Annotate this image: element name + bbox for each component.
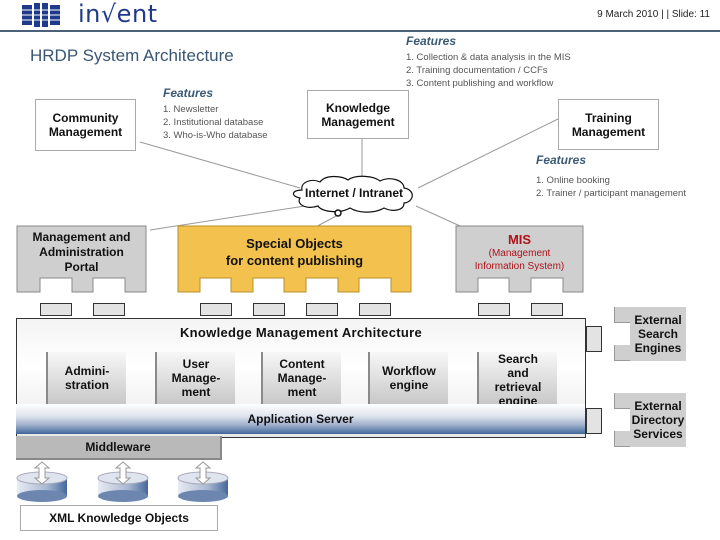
mis-features: Features 1. Collection & data analysis i… <box>406 34 571 90</box>
page-title: HRDP System Architecture <box>30 46 234 65</box>
training-features: Features 1. Online booking 2. Trainer / … <box>536 153 686 200</box>
connector-port <box>200 303 232 316</box>
feature-item: 3. Who-is-Who database <box>163 130 268 141</box>
module-label: Admini- <box>64 364 110 378</box>
connector-mis <box>415 205 461 227</box>
external-label: Search <box>637 327 678 341</box>
box-label: Knowledge <box>325 100 390 115</box>
feature-item: 1. Collection & data analysis in the MIS <box>406 52 571 63</box>
connector-port <box>253 303 285 316</box>
special-objects-line: Special Objects <box>246 236 343 251</box>
module-label: Manage- <box>171 371 221 385</box>
module-content-management[interactable]: Content Manage-ment <box>261 352 341 404</box>
connector-port <box>359 303 391 316</box>
module-label: Content <box>279 357 325 371</box>
mis-subtitle: Information System) <box>474 261 565 272</box>
module-label: and <box>507 366 529 380</box>
database-group <box>16 461 229 502</box>
external-label: Services <box>633 427 683 441</box>
box-label: Training <box>585 110 632 125</box>
box-label: Community <box>52 111 119 125</box>
xml-knowledge-objects-box[interactable]: XML Knowledge Objects <box>20 505 218 531</box>
external-label: External <box>634 313 682 327</box>
community-features: Features 1. Newsletter 2. Institutional … <box>163 86 268 142</box>
connector-port <box>40 303 72 316</box>
module-workflow-engine[interactable]: Workflow engine <box>368 352 448 404</box>
application-server-bar[interactable]: Application Server <box>16 404 586 434</box>
portal-label[interactable]: Management and Administration Portal <box>17 230 146 275</box>
special-objects-label[interactable]: Special Objects for content publishing <box>178 235 411 269</box>
mis-title: MIS <box>507 232 532 247</box>
external-directory-services-box[interactable]: External Directory Services <box>630 393 686 447</box>
features-heading: Features <box>536 153 587 167</box>
module-label: ment <box>181 385 211 399</box>
community-management-box[interactable]: Community Management <box>35 99 136 151</box>
module-search-retrieval-engine[interactable]: Search and retrieval engine <box>477 352 557 404</box>
network-node-icon <box>334 209 342 217</box>
slide-meta: 9 March 2010 | | Slide: 11 <box>597 9 710 20</box>
connector-port <box>531 303 563 316</box>
feature-item: 1. Newsletter <box>163 104 219 115</box>
special-objects-line: for content publishing <box>225 253 364 268</box>
portal-label-line: Management and <box>32 230 131 244</box>
connector-port <box>93 303 125 316</box>
mis-label[interactable]: MIS (Management Information System) <box>456 232 583 273</box>
connector-community <box>139 141 301 189</box>
connector-port <box>586 326 602 352</box>
module-label: ment <box>287 385 317 399</box>
external-connector-tab <box>614 345 630 361</box>
module-label: User <box>182 357 210 371</box>
portal-label-line: Administration <box>39 245 124 259</box>
knowledge-management-box[interactable]: Knowledge Management <box>307 90 409 139</box>
box-label: Management <box>48 125 123 139</box>
mis-subtitle: (Management <box>488 248 551 259</box>
connector-port <box>478 303 510 316</box>
internet-intranet-label: Internet / Intranet <box>304 186 403 200</box>
external-label: Directory <box>631 413 685 427</box>
feature-item: 3. Content publishing and workflow <box>406 78 554 89</box>
km-architecture-title: Knowledge Management Architecture <box>179 325 422 340</box>
external-label: Engines <box>634 341 682 355</box>
header-divider <box>0 30 720 32</box>
middleware-bar[interactable]: Middleware <box>16 436 222 460</box>
module-label: engine <box>389 378 429 392</box>
module-administration[interactable]: Admini-stration <box>46 352 126 404</box>
external-connector-tab <box>614 393 630 409</box>
feature-item: 2. Trainer / participant management <box>536 188 686 199</box>
external-label: External <box>634 399 682 413</box>
external-search-engines-box[interactable]: External Search Engines <box>630 307 686 361</box>
module-label: Manage- <box>277 371 327 385</box>
connector-port <box>306 303 338 316</box>
module-label: Workflow <box>382 364 436 378</box>
invent-logo-icon <box>22 3 60 27</box>
invent-logo-text: in√ent <box>78 0 158 28</box>
portal-label-line: Portal <box>64 260 99 274</box>
module-label: stration <box>64 378 109 392</box>
external-connector-tab <box>614 307 630 323</box>
feature-item: 2. Training documentation / CCFs <box>406 65 548 76</box>
box-label: Management <box>321 114 395 129</box>
box-label: Management <box>571 124 646 139</box>
connector-port <box>586 408 602 434</box>
module-label: Search <box>497 352 538 366</box>
training-management-box[interactable]: Training Management <box>558 99 659 150</box>
module-label: engine <box>498 394 538 404</box>
module-user-management[interactable]: User Manage-ment <box>155 352 235 404</box>
features-heading: Features <box>163 86 214 100</box>
external-connector-tab <box>614 431 630 447</box>
feature-item: 1. Online booking <box>536 175 610 186</box>
features-heading: Features <box>406 34 457 48</box>
feature-item: 2. Institutional database <box>163 117 264 128</box>
module-label: retrieval <box>494 380 542 394</box>
